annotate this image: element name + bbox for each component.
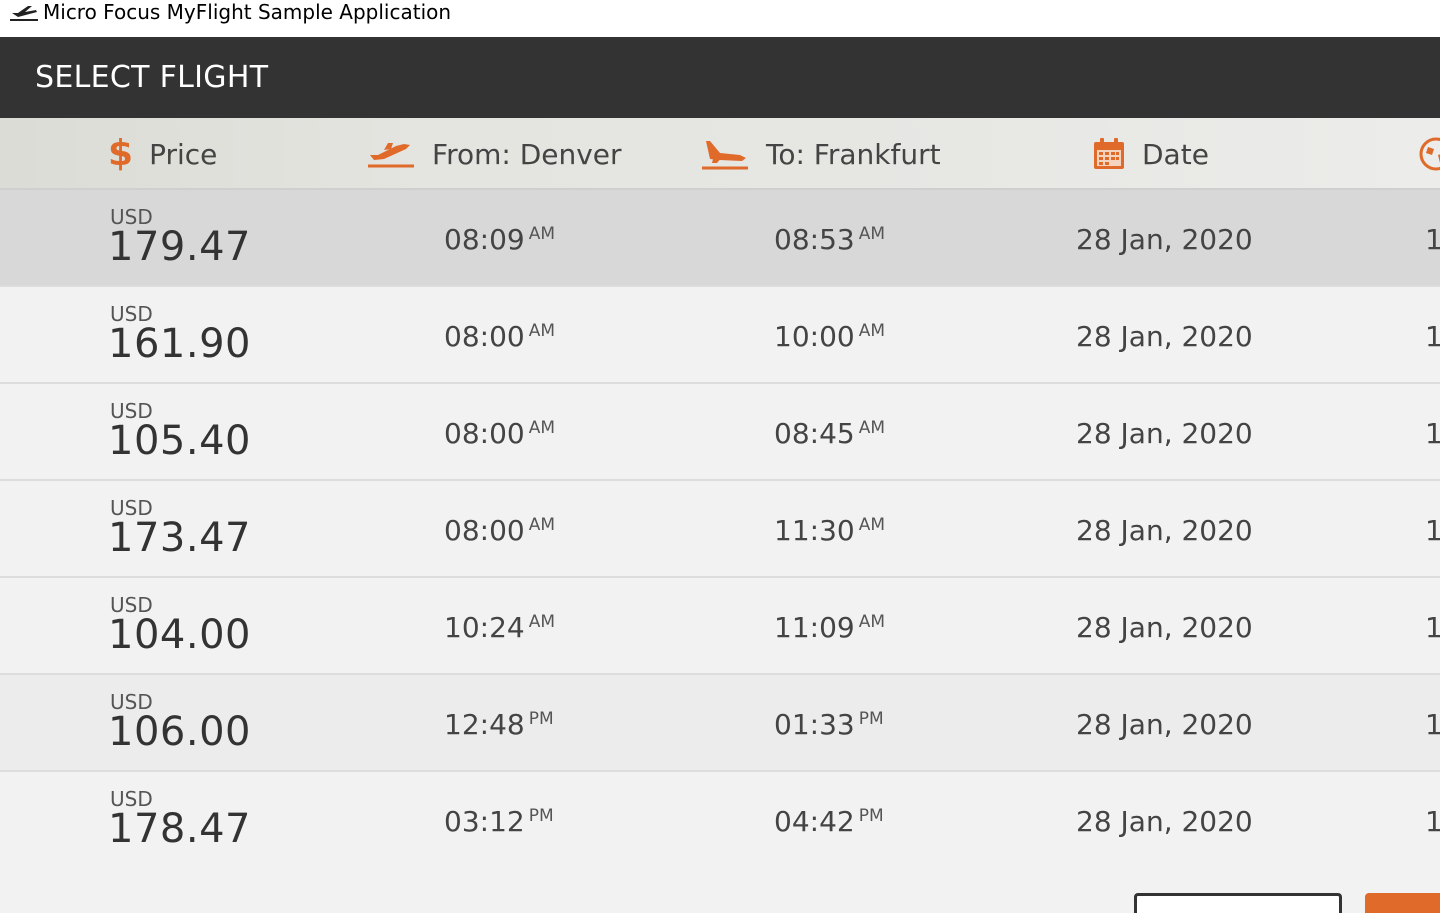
flight-row[interactable]: USD 178.47 03:12 PM 04:42 PM 28 Jan, 2020 …: [0, 772, 1440, 869]
arrival-ampm: PM: [858, 806, 884, 826]
flight-date: 28 Jan, 2020: [1076, 611, 1253, 644]
flight-extra: 1: [1425, 805, 1440, 838]
flight-extra: 1: [1425, 514, 1440, 547]
calendar-icon: [1094, 138, 1124, 169]
price-value: 104.00: [108, 612, 251, 658]
arrival-time-value: 08:53: [774, 223, 855, 256]
column-header-price[interactable]: $ Price: [108, 118, 217, 190]
flight-row[interactable]: USD 105.40 08:00 AM 08:45 AM 28 Jan, 2020 …: [0, 384, 1440, 481]
flight-date: 28 Jan, 2020: [1076, 805, 1253, 838]
globe-icon: [1419, 137, 1440, 171]
column-header-from[interactable]: From: Denver: [366, 118, 622, 190]
arrival-ampm: AM: [858, 321, 885, 341]
arrival-time-value: 01:33: [774, 708, 855, 741]
departure-ampm: AM: [528, 515, 555, 535]
arrival-time: 10:00 AM: [774, 320, 885, 353]
arrival-time-value: 11:09: [774, 611, 855, 644]
airplane-icon: [10, 6, 38, 21]
departure-time: 08:00 AM: [444, 320, 555, 353]
flight-row[interactable]: USD 104.00 10:24 AM 11:09 AM 28 Jan, 2020 …: [0, 578, 1440, 675]
flight-date: 28 Jan, 2020: [1076, 708, 1253, 741]
departure-time-value: 08:00: [444, 320, 525, 353]
departure-ampm: AM: [528, 418, 555, 438]
arrival-time: 04:42 PM: [774, 805, 884, 838]
departure-time: 03:12 PM: [444, 805, 554, 838]
arrival-time: 08:45 AM: [774, 417, 885, 450]
page-title: SELECT FLIGHT: [35, 60, 269, 95]
flight-date: 28 Jan, 2020: [1076, 514, 1253, 547]
column-header-from-label: From: Denver: [432, 137, 622, 171]
departure-time: 10:24 AM: [444, 611, 555, 644]
column-header-bar: $ Price From: Denver To: Frankfurt Date: [0, 118, 1440, 190]
arrival-ampm: AM: [858, 418, 885, 438]
price-value: 105.40: [108, 418, 251, 464]
flight-extra: 1: [1425, 320, 1440, 353]
flight-row[interactable]: USD 179.47 08:09 AM 08:53 AM 28 Jan, 2020 …: [0, 190, 1440, 287]
price-value: 106.00: [108, 709, 251, 755]
flight-extra: 1: [1425, 417, 1440, 450]
departure-time: 08:09 AM: [444, 223, 555, 256]
arrival-time-value: 11:30: [774, 514, 855, 547]
flight-extra: 1: [1425, 708, 1440, 741]
column-header-price-label: Price: [149, 137, 218, 171]
flight-extra: 1: [1425, 611, 1440, 644]
column-header-extra[interactable]: [1416, 118, 1440, 190]
departure-time-value: 03:12: [444, 805, 525, 838]
arrival-time-value: 04:42: [774, 805, 855, 838]
arrival-time-value: 10:00: [774, 320, 855, 353]
arrival-time-value: 08:45: [774, 417, 855, 450]
flight-extra: 1: [1425, 223, 1440, 256]
arrival-ampm: AM: [858, 224, 885, 244]
departure-time-value: 08:09: [444, 223, 525, 256]
departure-ampm: PM: [528, 806, 554, 826]
dollar-icon: $: [108, 133, 134, 174]
departure-time-value: 08:00: [444, 417, 525, 450]
window-titlebar: Micro Focus MyFlight Sample Application: [0, 0, 1440, 37]
arrival-time: 11:09 AM: [774, 611, 885, 644]
window-title: Micro Focus MyFlight Sample Application: [43, 0, 452, 24]
departure-time: 08:00 AM: [444, 514, 555, 547]
departure-time-value: 10:24: [444, 611, 525, 644]
page-header: SELECT FLIGHT: [0, 37, 1440, 118]
departure-time-value: 12:48: [444, 708, 525, 741]
arrival-time: 11:30 AM: [774, 514, 885, 547]
price-value: 161.90: [108, 321, 251, 367]
flight-row[interactable]: USD 173.47 08:00 AM 11:30 AM 28 Jan, 2020 …: [0, 481, 1440, 578]
price-value: 178.47: [108, 806, 251, 852]
flight-list: USD 179.47 08:09 AM 08:53 AM 28 Jan, 2020 …: [0, 190, 1440, 869]
flight-date: 28 Jan, 2020: [1076, 320, 1253, 353]
takeoff-icon: [368, 143, 414, 168]
price-value: 173.47: [108, 515, 251, 561]
back-button[interactable]: [1134, 893, 1342, 913]
departure-time: 12:48 PM: [444, 708, 554, 741]
flight-row[interactable]: USD 161.90 08:00 AM 10:00 AM 28 Jan, 2020 …: [0, 287, 1440, 384]
select-flight-button[interactable]: [1365, 893, 1440, 913]
price-value: 179.47: [108, 224, 251, 270]
column-header-date[interactable]: Date: [1092, 118, 1209, 190]
arrival-ampm: AM: [858, 612, 885, 632]
arrival-time: 08:53 AM: [774, 223, 885, 256]
landing-icon: [702, 141, 748, 170]
departure-time: 08:00 AM: [444, 417, 555, 450]
column-header-to-label: To: Frankfurt: [766, 137, 941, 171]
flight-row[interactable]: USD 106.00 12:48 PM 01:33 PM 28 Jan, 2020 …: [0, 675, 1440, 772]
arrival-ampm: PM: [858, 709, 884, 729]
departure-ampm: AM: [528, 224, 555, 244]
flight-date: 28 Jan, 2020: [1076, 223, 1253, 256]
column-header-date-label: Date: [1142, 137, 1209, 171]
departure-ampm: AM: [528, 612, 555, 632]
arrival-time: 01:33 PM: [774, 708, 884, 741]
column-header-to[interactable]: To: Frankfurt: [700, 118, 941, 190]
flight-date: 28 Jan, 2020: [1076, 417, 1253, 450]
departure-ampm: PM: [528, 709, 554, 729]
departure-time-value: 08:00: [444, 514, 525, 547]
arrival-ampm: AM: [858, 515, 885, 535]
departure-ampm: AM: [528, 321, 555, 341]
